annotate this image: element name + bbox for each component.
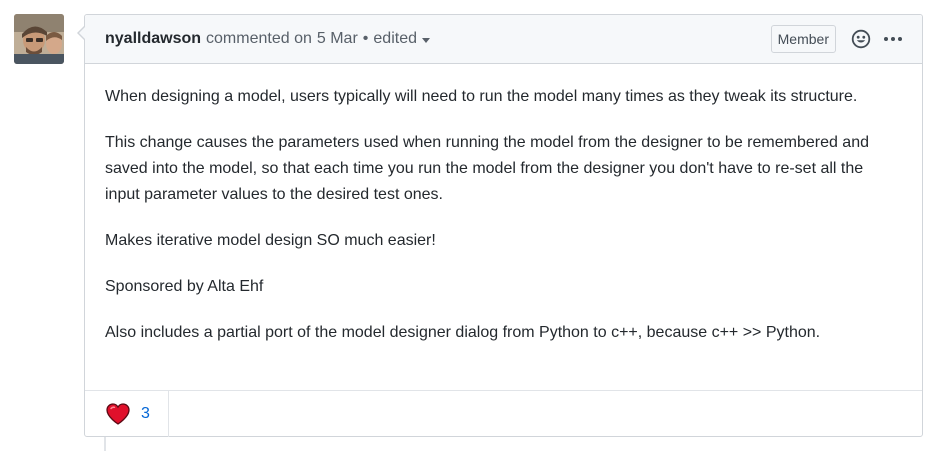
- add-reaction-button[interactable]: [850, 28, 872, 50]
- kebab-horizontal-icon: [884, 37, 902, 41]
- comment-action-text: commented on: [206, 30, 312, 47]
- heart-icon: [106, 403, 130, 425]
- timeline-line: [104, 437, 106, 451]
- comment-arrow-inner: [71, 25, 87, 41]
- member-badge: Member: [770, 25, 836, 53]
- avatar[interactable]: [14, 14, 64, 64]
- more-options-button[interactable]: [882, 28, 904, 50]
- comment-header-actions: Member: [770, 25, 904, 53]
- comment-body: When designing a model, users typically …: [85, 64, 922, 391]
- comment-container: nyalldawson commented on 5 Mar • edited …: [77, 14, 923, 437]
- comment-paragraph: Makes iterative model design SO much eas…: [105, 232, 436, 249]
- chevron-down-icon: [421, 37, 430, 43]
- comment-header: nyalldawson commented on 5 Mar • edited …: [85, 15, 922, 64]
- heart-reaction-button[interactable]: 3: [85, 391, 169, 437]
- reactions-bar: 3: [85, 391, 922, 437]
- comment-paragraph: Sponsored by Alta Ehf: [105, 278, 264, 295]
- comment-date-link[interactable]: 5 Mar: [317, 30, 358, 48]
- comment-paragraph: This change causes the parameters used w…: [105, 134, 869, 203]
- author-link[interactable]: nyalldawson: [105, 30, 201, 48]
- smiley-icon: [851, 29, 871, 49]
- reaction-count: 3: [141, 405, 150, 422]
- comment-paragraph: When designing a model, users typically …: [105, 88, 858, 105]
- comment-paragraph: Also includes a partial port of the mode…: [105, 324, 821, 341]
- edited-dropdown[interactable]: edited: [373, 30, 430, 48]
- separator-dot: •: [362, 30, 369, 47]
- edited-label: edited: [373, 30, 417, 47]
